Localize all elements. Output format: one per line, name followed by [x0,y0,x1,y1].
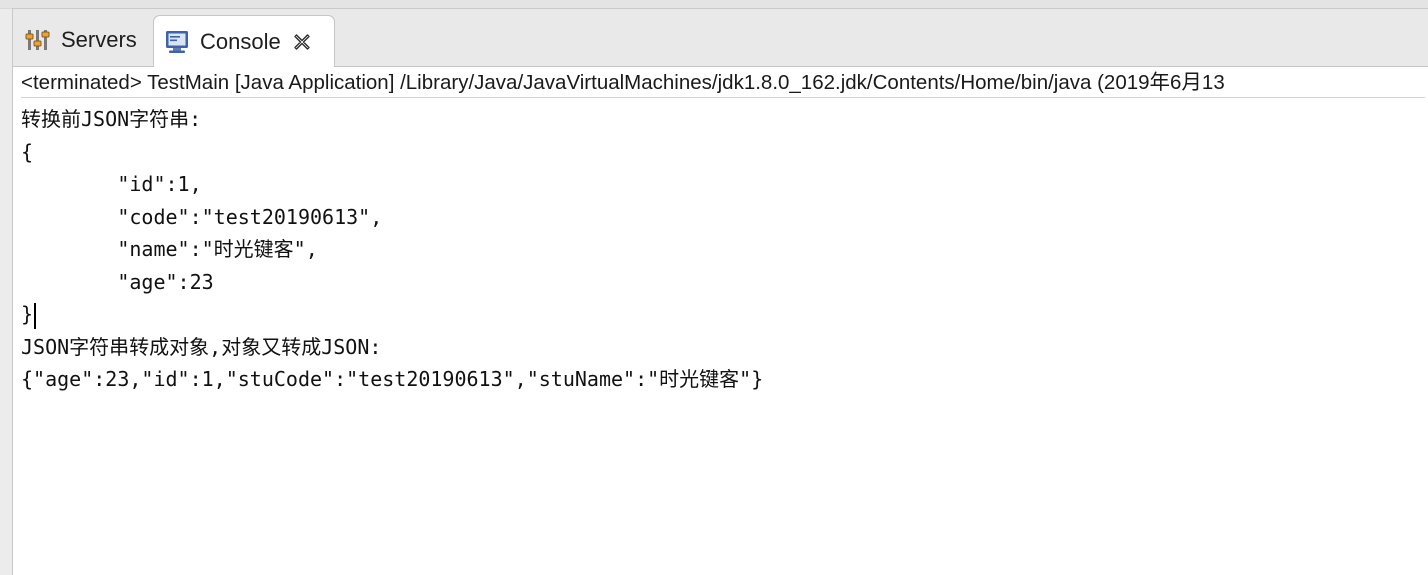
tab-servers-label: Servers [61,27,137,52]
tab-console[interactable]: Console [153,15,335,67]
console-line: "code":"test20190613", [21,204,383,229]
console-line-with-caret: } [21,298,1421,331]
console-line: {"age":23,"id":1,"stuCode":"test20190613… [21,367,764,391]
console-line: "id":1, [21,172,202,196]
tab-servers[interactable]: Servers [19,15,153,65]
console-output[interactable]: 转换前JSON字符串: { "id":1, "code":"test2019061… [21,103,1421,573]
console-line-text: } [21,302,34,326]
console-view: Servers Console <terminated> TestMain [J… [12,8,1428,575]
console-line: "name":"时光键客", [21,237,318,261]
process-status-line: <terminated> TestMain [Java Application]… [21,69,1425,98]
view-tab-bar: Servers Console [13,9,1428,67]
console-line: 转换前JSON字符串: [21,107,202,131]
text-caret [34,302,37,329]
tab-console-label: Console [200,28,281,54]
console-line: JSON字符串转成对象,对象又转成JSON: [21,334,382,359]
console-line: "age":23 [21,269,214,294]
close-icon[interactable] [291,31,313,53]
console-icon [164,29,190,55]
servers-icon [25,27,51,53]
console-line: { [21,139,34,164]
